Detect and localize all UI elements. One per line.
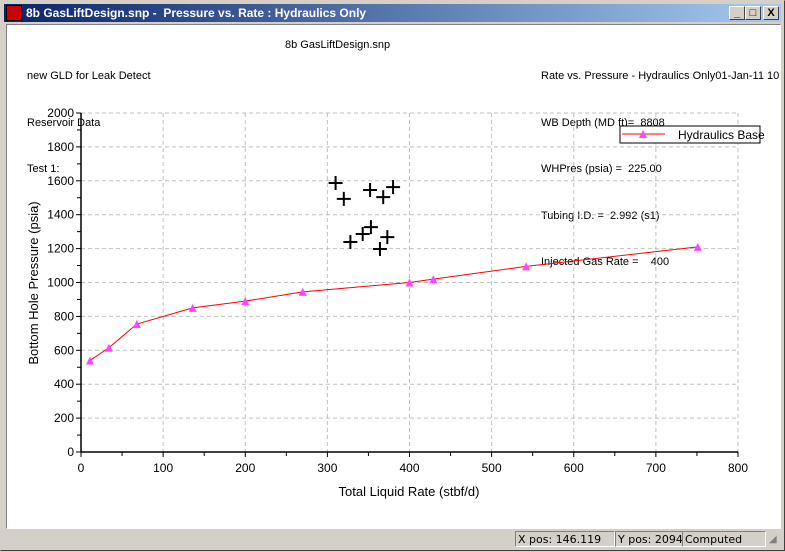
hydraulics-base-line [89,246,698,361]
test-point [372,241,387,256]
y-axis-label: Bottom Hole Pressure (psia) [26,201,41,364]
x-tick-label: 300 [317,461,337,475]
x-axis-label: Total Liquid Rate (stbf/d) [339,484,480,499]
test-point [363,182,378,197]
status-bar: X pos: 146.119 Y pos: 2094.4 Computed ◢ [3,530,783,549]
data-point [132,320,141,329]
x-tick-label: 500 [482,461,502,475]
y-tick-label: 200 [54,411,74,425]
y-tick-label: 800 [54,309,74,323]
status-x-pos: X pos: 146.119 [515,531,615,547]
y-tick-label: 1000 [47,276,74,290]
x-tick-label: 0 [78,461,85,475]
app-window: 8b GasLiftDesign.snp - Pressure vs. Rate… [0,0,785,551]
x-tick-label: 700 [646,461,666,475]
data-point [86,356,95,365]
y-tick-label: 1400 [47,208,74,222]
y-tick-label: 400 [54,377,74,391]
legend-label: Hydraulics Base [678,128,765,142]
test-point [380,230,395,245]
x-tick-label: 800 [728,461,748,475]
test-point [343,234,358,249]
x-tick-label: 100 [153,461,173,475]
test-point [363,220,378,235]
pressure-rate-chart[interactable]: 0 100 200 300 400 500 600 700 800 0 200 400 600 800 10… [1,1,785,552]
x-tick-label: 400 [399,461,419,475]
test-point [376,190,391,205]
legend: Hydraulics Base [619,125,765,144]
y-tick-label: 1600 [47,174,74,188]
x-tick-label: 600 [564,461,584,475]
status-state: Computed [682,531,766,547]
test-point [355,227,370,242]
test-point [386,180,401,195]
resize-grip-icon[interactable]: ◢ [769,534,777,545]
y-tick-label: 0 [67,445,74,459]
y-tick-label: 1200 [47,242,74,256]
x-tick-label: 200 [235,461,255,475]
y-tick-label: 2000 [47,106,74,120]
test-point [328,176,343,191]
test-point [336,191,351,206]
y-tick-label: 1800 [47,140,74,154]
y-tick-label: 600 [54,343,74,357]
